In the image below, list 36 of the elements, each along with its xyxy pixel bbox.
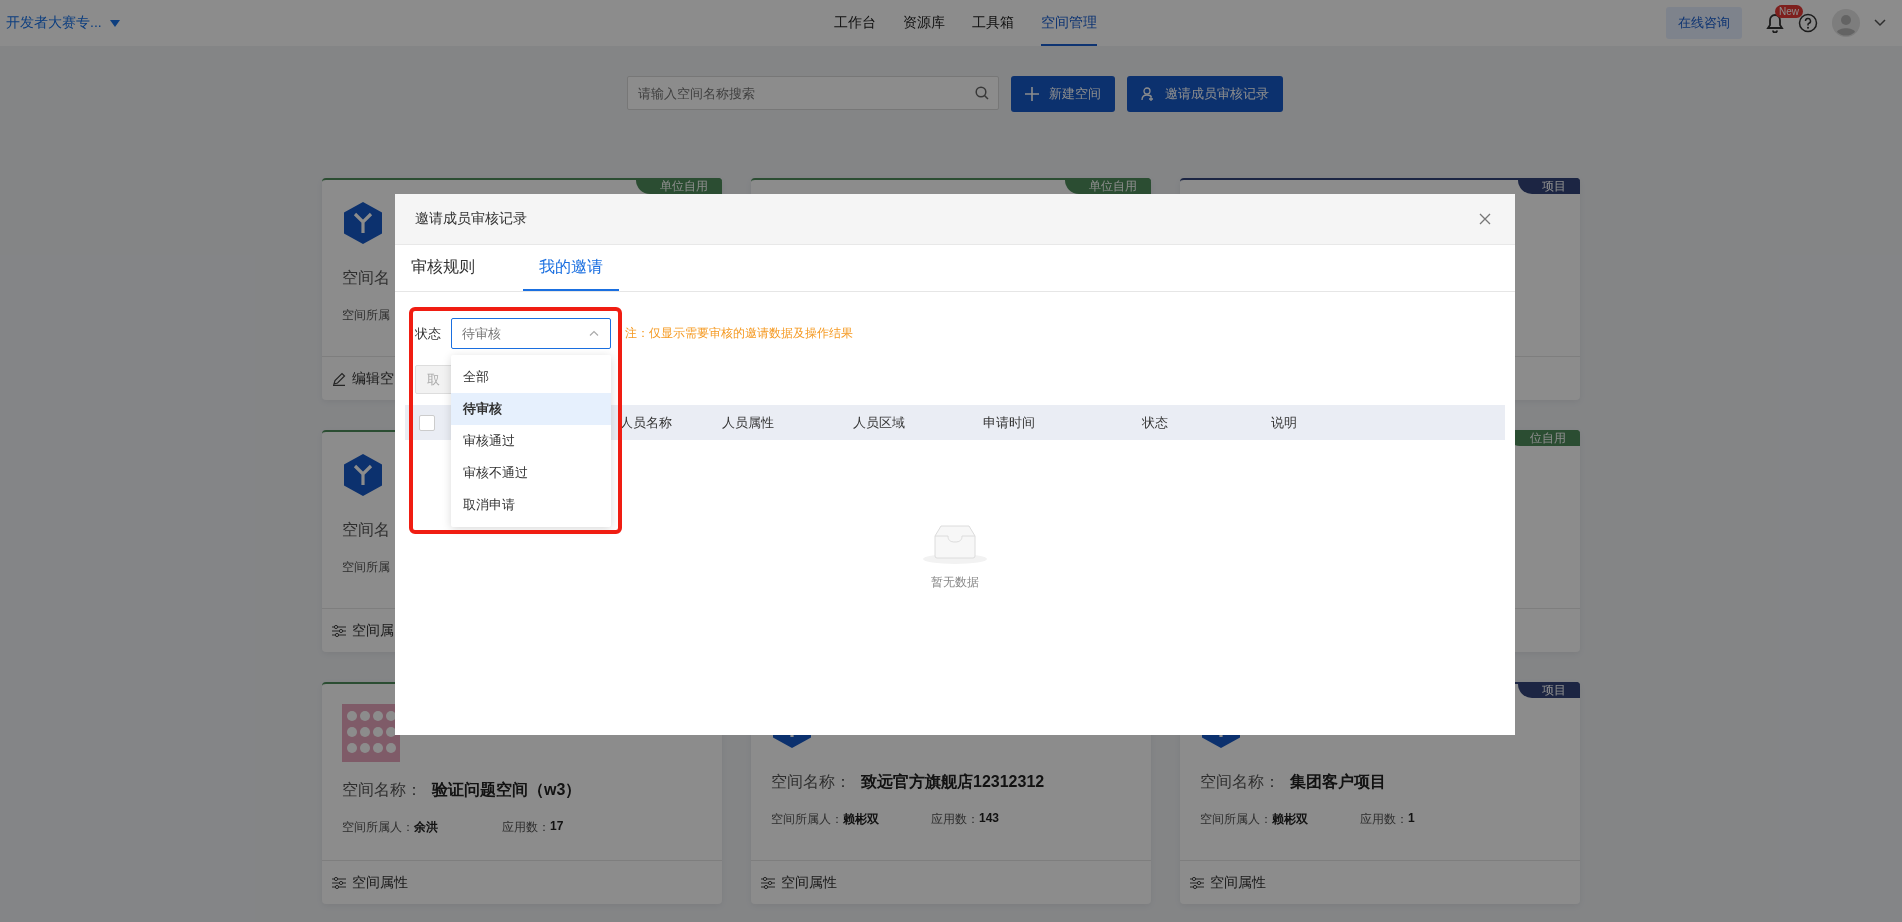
space-type-tag: 单位自用	[1065, 178, 1151, 194]
space-name: 集团客户项目	[1290, 772, 1386, 792]
empty-text: 暂无数据	[931, 574, 979, 591]
app-count: 1	[1408, 811, 1415, 827]
owner-name: 赖彬双	[843, 811, 880, 828]
column-header: 状态	[1142, 413, 1169, 432]
app-count-label: 应用数：	[1360, 811, 1408, 828]
status-label: 状态	[415, 324, 441, 343]
column-header: 说明	[1271, 413, 1298, 432]
column-header: 人员属性	[722, 413, 775, 432]
space-name-label: 空间名	[342, 520, 390, 540]
column-header: 申请时间	[983, 413, 1036, 432]
owner-label: 空间所属人：	[1200, 811, 1272, 828]
app-count: 17	[550, 819, 564, 835]
space-type-tag: 项目	[1518, 178, 1580, 194]
app-count: 143	[979, 811, 1000, 827]
owner-label: 空间所属	[342, 559, 390, 576]
owner-label: 空间所属人：	[771, 811, 843, 828]
owner-name: 赖彬双	[1272, 811, 1309, 828]
space-name-label: 空间名称：	[1200, 772, 1280, 792]
space-name-label: 空间名称：	[342, 780, 422, 800]
space-name-label: 空间名称：	[771, 772, 851, 792]
space-name: 验证问题空间（w3）	[432, 780, 582, 800]
space-name-label: 空间名	[342, 268, 390, 288]
filter-note: 注：仅显示需要审核的邀请数据及操作结果	[625, 325, 853, 342]
new-badge: New	[1775, 5, 1803, 18]
owner-label: 空间所属	[342, 307, 390, 324]
owner-name: 余洪	[414, 819, 439, 836]
app-count-label: 应用数：	[502, 819, 550, 836]
dialog-title: 邀请成员审核记录	[415, 210, 527, 228]
space-name: 致远官方旗舰店12312312	[861, 772, 1045, 792]
space-type-tag: 项目	[1518, 682, 1580, 698]
owner-label: 空间所属人：	[342, 819, 414, 836]
space-type-tag: 单位自用	[636, 178, 722, 194]
column-header: 人员区域	[853, 413, 906, 432]
app-count-label: 应用数：	[931, 811, 979, 828]
